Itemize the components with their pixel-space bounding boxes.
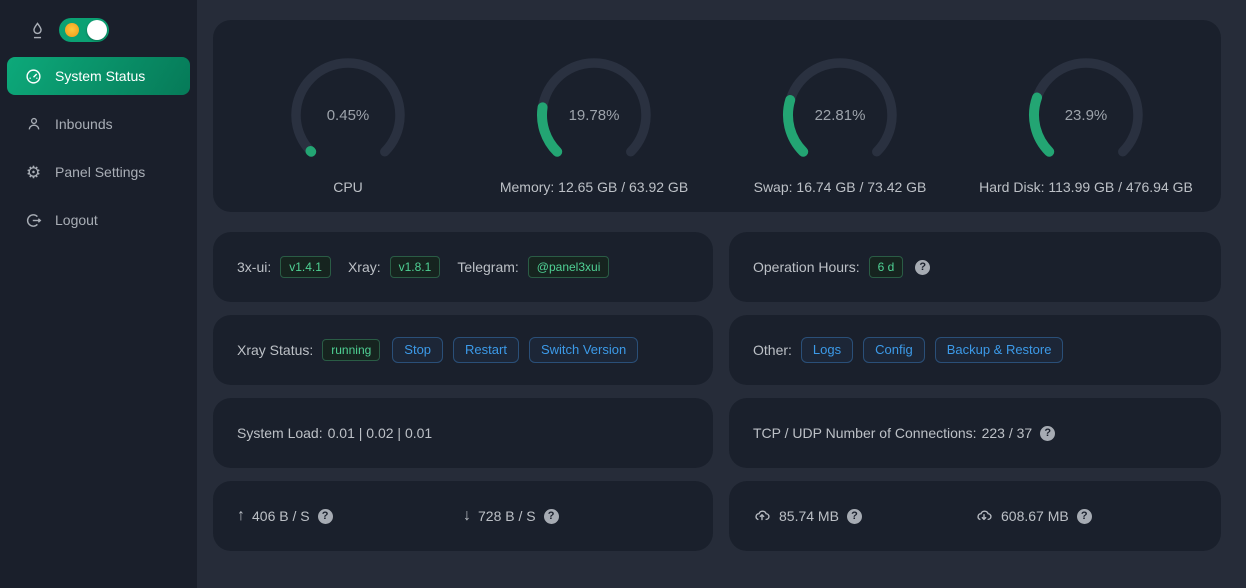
resource-gauges-card: 0.45% CPU 19.78% Memory: 12.65 GB / 63.9…: [213, 20, 1221, 212]
system-status-page: 0.45% CPU 19.78% Memory: 12.65 GB / 63.9…: [197, 0, 1246, 588]
backup-restore-button[interactable]: Backup & Restore: [935, 337, 1064, 363]
sidebar-item-logout[interactable]: Logout: [7, 201, 190, 239]
sidebar-menu: System Status Inbounds ⚙ Panel Settings: [0, 57, 197, 239]
xray-status-card: Xray Status: running Stop Restart Switch…: [213, 315, 713, 385]
sidebar-item-label: Panel Settings: [55, 164, 145, 180]
download-speed-value: 728 B / S: [478, 508, 536, 524]
total-uploaded-value: 85.74 MB: [779, 508, 839, 524]
sidebar-item-label: Logout: [55, 212, 98, 228]
help-icon[interactable]: ?: [847, 509, 862, 524]
user-icon: [25, 116, 42, 132]
app-version-tag: v1.4.1: [280, 256, 331, 278]
swap-label: Swap: 16.74 GB / 73.42 GB: [754, 179, 927, 195]
disk-percent: 23.9%: [1028, 57, 1144, 173]
theme-droplet-icon: [29, 21, 46, 40]
app-version-label: 3x-ui:: [237, 259, 271, 275]
system-load-value: 0.01 | 0.02 | 0.01: [328, 425, 433, 441]
sidebar-item-inbounds[interactable]: Inbounds: [7, 105, 190, 143]
memory-label: Memory: 12.65 GB / 63.92 GB: [500, 179, 688, 195]
telegram-handle-tag[interactable]: @panel3xui: [528, 256, 610, 278]
connections-label: TCP / UDP Number of Connections:: [753, 425, 977, 441]
system-load-label: System Load:: [237, 425, 323, 441]
xray-version-tag: v1.8.1: [390, 256, 441, 278]
cpu-label: CPU: [333, 179, 363, 195]
connections-value: 223 / 37: [982, 425, 1033, 441]
app-window: System Status Inbounds ⚙ Panel Settings: [0, 0, 1246, 588]
sidebar-item-system-status[interactable]: System Status: [7, 57, 190, 95]
logout-icon: [25, 212, 42, 229]
sidebar-item-panel-settings[interactable]: ⚙ Panel Settings: [7, 153, 190, 191]
operation-hours-tag: 6 d: [869, 256, 904, 278]
network-speed-card: ↑ 406 B / S ? ↓ 728 B / S ?: [213, 481, 713, 551]
telegram-label: Telegram:: [457, 259, 518, 275]
sidebar-item-label: Inbounds: [55, 116, 113, 132]
versions-card: 3x-ui: v1.4.1 Xray: v1.8.1 Telegram: @pa…: [213, 232, 713, 302]
status-cards-grid: 3x-ui: v1.4.1 Xray: v1.8.1 Telegram: @pa…: [213, 232, 1221, 551]
connections-card: TCP / UDP Number of Connections: 223 / 3…: [729, 398, 1221, 468]
upload-speed-value: 406 B / S: [252, 508, 310, 524]
sun-icon: [65, 23, 79, 37]
total-uploaded: 85.74 MB ?: [753, 507, 975, 525]
other-actions-card: Other: Logs Config Backup & Restore: [729, 315, 1221, 385]
sidebar: System Status Inbounds ⚙ Panel Settings: [0, 0, 197, 588]
cloud-download-icon: [975, 507, 993, 525]
download-speed: ↓ 728 B / S ?: [463, 507, 689, 525]
system-load-card: System Load: 0.01 | 0.02 | 0.01: [213, 398, 713, 468]
arrow-down-icon: ↓: [463, 507, 471, 525]
network-total-card: 85.74 MB ? 608.67 MB ?: [729, 481, 1221, 551]
xray-status-tag: running: [322, 339, 380, 361]
gear-icon: ⚙: [25, 164, 42, 181]
toggle-knob: [87, 20, 107, 40]
help-icon[interactable]: ?: [915, 260, 930, 275]
total-downloaded-value: 608.67 MB: [1001, 508, 1069, 524]
xray-version-label: Xray:: [348, 259, 381, 275]
swap-percent: 22.81%: [782, 57, 898, 173]
logs-button[interactable]: Logs: [801, 337, 853, 363]
xray-status-label: Xray Status:: [237, 342, 313, 358]
restart-button[interactable]: Restart: [453, 337, 519, 363]
switch-version-button[interactable]: Switch Version: [529, 337, 638, 363]
swap-gauge: 22.81% Swap: 16.74 GB / 73.42 GB: [717, 20, 963, 212]
help-icon[interactable]: ?: [544, 509, 559, 524]
config-button[interactable]: Config: [863, 337, 925, 363]
sidebar-item-label: System Status: [55, 68, 145, 84]
cloud-upload-icon: [753, 507, 771, 525]
sidebar-theme-row: [0, 16, 197, 44]
cpu-percent: 0.45%: [290, 57, 406, 173]
theme-toggle[interactable]: [59, 18, 109, 42]
operation-hours-label: Operation Hours:: [753, 259, 860, 275]
arrow-up-icon: ↑: [237, 507, 245, 525]
upload-speed: ↑ 406 B / S ?: [237, 507, 463, 525]
help-icon[interactable]: ?: [1077, 509, 1092, 524]
disk-gauge: 23.9% Hard Disk: 113.99 GB / 476.94 GB: [963, 20, 1209, 212]
cpu-gauge: 0.45% CPU: [225, 20, 471, 212]
help-icon[interactable]: ?: [1040, 426, 1055, 441]
memory-gauge: 19.78% Memory: 12.65 GB / 63.92 GB: [471, 20, 717, 212]
dashboard-icon: [25, 68, 42, 85]
memory-percent: 19.78%: [536, 57, 652, 173]
help-icon[interactable]: ?: [318, 509, 333, 524]
operation-hours-card: Operation Hours: 6 d ?: [729, 232, 1221, 302]
total-downloaded: 608.67 MB ?: [975, 507, 1197, 525]
other-label: Other:: [753, 342, 792, 358]
stop-button[interactable]: Stop: [392, 337, 443, 363]
disk-label: Hard Disk: 113.99 GB / 476.94 GB: [979, 179, 1193, 195]
